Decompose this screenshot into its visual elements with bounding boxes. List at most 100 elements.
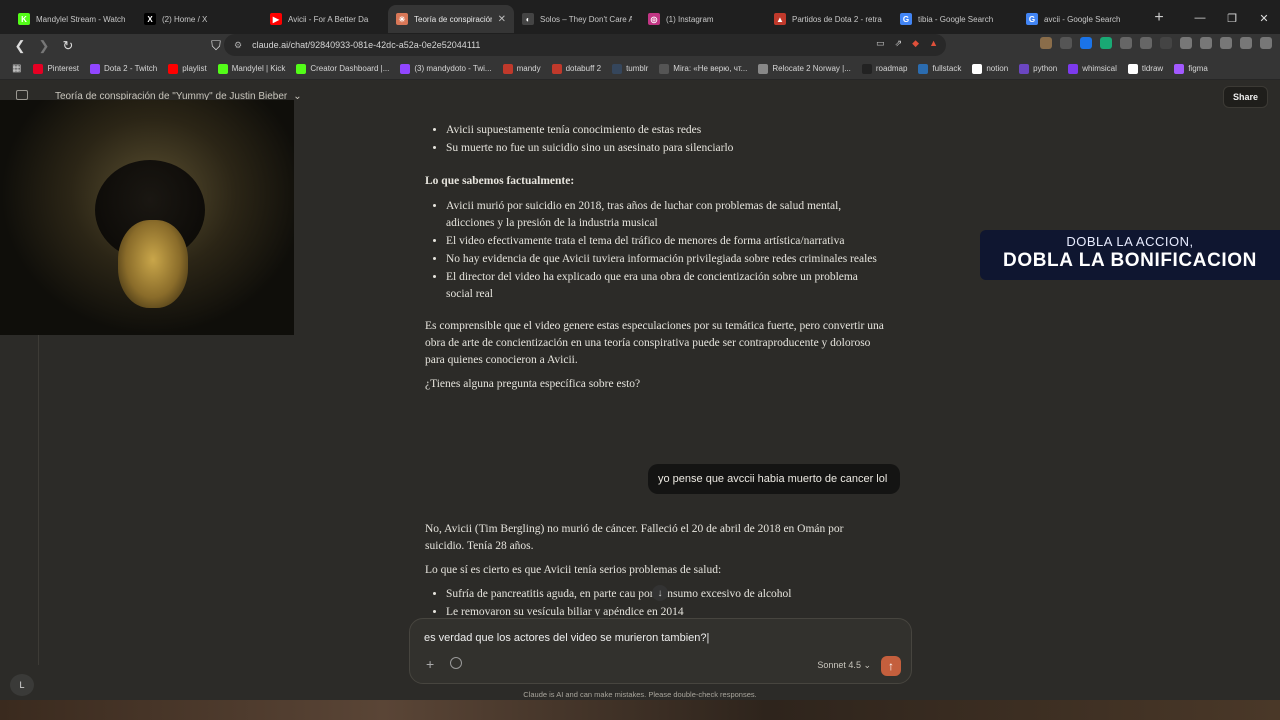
extensions-badge-icon[interactable]: ◆ bbox=[912, 38, 919, 49]
bookmark-label: Relocate 2 Norway |... bbox=[772, 64, 851, 73]
bookmark-item[interactable]: Dota 2 - Twitch bbox=[90, 63, 157, 74]
profile-icon[interactable] bbox=[1240, 37, 1252, 49]
scroll-to-bottom-button[interactable]: ↓ bbox=[652, 585, 668, 601]
bookmark-favicon-icon bbox=[861, 63, 872, 74]
browser-tab[interactable]: K Mandylel Stream - Watch bbox=[10, 5, 136, 33]
bookmark-favicon-icon bbox=[502, 63, 513, 74]
back-icon[interactable]: ❮ bbox=[10, 36, 30, 56]
share-button[interactable]: Share bbox=[1222, 86, 1268, 108]
address-bar[interactable]: ⚙ claude.ai/chat/92840933-081e-42dc-a52a… bbox=[224, 34, 946, 56]
bookmark-favicon-icon bbox=[296, 63, 307, 74]
extension-icon[interactable] bbox=[1100, 37, 1112, 49]
restore-icon[interactable]: ❐ bbox=[1216, 0, 1248, 36]
user-message-text: yo pense que avccii habia muerto de canc… bbox=[658, 473, 888, 485]
extension-icon[interactable] bbox=[1040, 37, 1052, 49]
bookmark-item[interactable]: playlist bbox=[168, 63, 207, 74]
browser-tab[interactable]: ▲ Partidos de Dota 2 - retra bbox=[766, 5, 892, 33]
user-message: yo pense que avccii habia muerto de canc… bbox=[648, 464, 900, 494]
bookmark-item[interactable]: roadmap bbox=[861, 63, 907, 74]
extension-toolbar bbox=[1040, 37, 1272, 49]
extension-icon[interactable] bbox=[1140, 37, 1152, 49]
bookmark-item[interactable]: Pinterest bbox=[33, 63, 80, 74]
browser-tab[interactable]: ▶ Avicii - For A Better Da bbox=[262, 5, 388, 33]
bookmark-item[interactable]: mandy bbox=[502, 63, 541, 74]
bookmark-label: dotabuff 2 bbox=[565, 64, 602, 73]
browser-toolbar: ❮ ❯ ↻ ⛉ ⚙ claude.ai/chat/92840933-081e-4… bbox=[0, 34, 1280, 58]
bookmark-favicon-icon bbox=[659, 63, 670, 74]
browser-tab[interactable]: Gtibia - Google Search bbox=[892, 5, 1018, 33]
webcam-face bbox=[118, 220, 188, 308]
bookmark-item[interactable]: fullstack bbox=[918, 63, 962, 74]
bookmark-item[interactable]: Mandylel | Kick bbox=[217, 63, 285, 74]
model-label: Sonnet 4.5 bbox=[817, 660, 861, 670]
bookmark-label: fullstack bbox=[932, 64, 962, 73]
bookmark-item[interactable]: tumblr bbox=[612, 63, 648, 74]
bookmark-item[interactable]: Relocate 2 Norway |... bbox=[758, 63, 851, 74]
reading-list-icon[interactable] bbox=[1200, 37, 1212, 49]
bookmark-item[interactable]: whimsical bbox=[1068, 63, 1117, 74]
bookmark-item[interactable]: (3) mandydoto - Twi... bbox=[400, 63, 492, 74]
bookmark-item[interactable]: dotabuff 2 bbox=[551, 63, 602, 74]
reload-icon[interactable]: ↻ bbox=[58, 36, 78, 56]
bookmark-item[interactable]: notion bbox=[972, 63, 1008, 74]
bullet-list: Avicii supuestamente tenía conocimiento … bbox=[425, 122, 885, 157]
share-page-icon[interactable]: ⇗ bbox=[895, 38, 903, 49]
bookmark-favicon-icon bbox=[217, 63, 228, 74]
paragraph: No, Avicii (Tim Bergling) no murió de cá… bbox=[425, 523, 844, 552]
bookmark-label: Pinterest bbox=[47, 64, 80, 73]
add-attachment-icon[interactable]: + bbox=[426, 656, 434, 672]
sidebar-toggle-icon[interactable] bbox=[16, 90, 28, 100]
media-icon[interactable] bbox=[1180, 37, 1192, 49]
browser-tab[interactable]: ◎ (1) Instagram bbox=[640, 5, 766, 33]
bookmark-label: Mira: «Не верю, чт... bbox=[673, 64, 748, 73]
bookmark-item[interactable]: python bbox=[1019, 63, 1058, 74]
tab-favicon-icon: ▲ bbox=[774, 13, 786, 25]
extension-icon[interactable] bbox=[1120, 37, 1132, 49]
message-input[interactable]: es verdad que los actores del video se m… bbox=[424, 632, 709, 644]
bullet-list: Avicii murió por suicidio en 2018, tras … bbox=[425, 198, 885, 303]
browser-tab[interactable]: Gavcii - Google Search bbox=[1018, 5, 1144, 33]
bookmark-item[interactable]: Mira: «Не верю, чт... bbox=[659, 63, 748, 74]
bookmark-favicon-icon bbox=[551, 63, 562, 74]
browser-tab[interactable]: X (2) Home / X bbox=[136, 5, 262, 33]
sidepanel-icon[interactable] bbox=[1220, 37, 1232, 49]
browser-tab[interactable]: ✳ Teoría de conspiración ✕ bbox=[388, 5, 514, 33]
bookmark-item[interactable]: Creator Dashboard |... bbox=[296, 63, 389, 74]
history-icon[interactable] bbox=[450, 657, 462, 669]
close-tab-icon[interactable]: ✕ bbox=[498, 14, 506, 25]
bookmark-item[interactable]: tldraw bbox=[1127, 63, 1163, 74]
site-info-icon[interactable]: ⚙ bbox=[234, 40, 242, 51]
list-item: El video efectivamente trata el tema del… bbox=[446, 233, 885, 250]
avatar[interactable]: L bbox=[10, 674, 34, 696]
bookmark-favicon-icon bbox=[612, 63, 623, 74]
tab-favicon-icon: K bbox=[18, 13, 30, 25]
bookmark-label: python bbox=[1033, 64, 1058, 73]
apps-grid-icon[interactable]: ▦ bbox=[12, 63, 21, 74]
tab-title: avcii - Google Search bbox=[1044, 14, 1121, 24]
list-item: Le removaron su vesícula biliar y apéndi… bbox=[446, 604, 885, 616]
list-item: Avicii supuestamente tenía conocimiento … bbox=[446, 122, 885, 139]
cast-icon[interactable]: ▭ bbox=[876, 38, 885, 49]
menu-icon[interactable] bbox=[1260, 37, 1272, 49]
send-button[interactable]: ↑ bbox=[881, 656, 901, 676]
assistant-message: Avicii supuestamente tenía conocimiento … bbox=[425, 122, 885, 393]
extension-icon[interactable] bbox=[1160, 37, 1172, 49]
bookmark-favicon-icon bbox=[168, 63, 179, 74]
browser-tab[interactable]: ◐ Solos – They Don't Care A bbox=[514, 5, 640, 33]
close-window-icon[interactable]: ✕ bbox=[1248, 0, 1280, 36]
bookmark-icon[interactable]: ⛉ bbox=[206, 36, 226, 56]
tab-title: (2) Home / X bbox=[162, 14, 208, 24]
bookmark-label: (3) mandydoto - Twi... bbox=[414, 64, 492, 73]
minimize-icon[interactable]: — bbox=[1184, 0, 1216, 36]
model-selector[interactable]: Sonnet 4.5 ⌄ bbox=[817, 660, 871, 671]
bookmark-label: figma bbox=[1188, 64, 1208, 73]
bookmark-item[interactable]: figma bbox=[1174, 63, 1208, 74]
warning-icon[interactable]: ▲ bbox=[929, 38, 938, 49]
extension-icon[interactable] bbox=[1080, 37, 1092, 49]
window-controls: — ❐ ✕ bbox=[1184, 0, 1280, 36]
extension-icon[interactable] bbox=[1060, 37, 1072, 49]
new-tab-button[interactable]: + bbox=[1148, 7, 1170, 29]
bookmark-favicon-icon bbox=[1127, 63, 1138, 74]
forward-icon[interactable]: ❯ bbox=[34, 36, 54, 56]
assistant-message: No, Avicii (Tim Bergling) no murió de cá… bbox=[425, 521, 885, 616]
